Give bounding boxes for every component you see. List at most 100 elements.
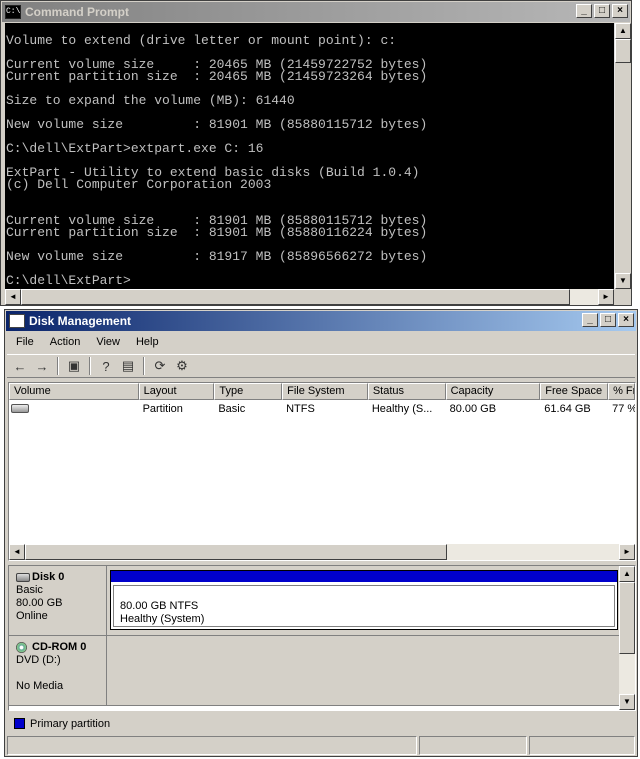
- close-button[interactable]: ×: [612, 4, 628, 18]
- status-bar: [7, 736, 635, 755]
- scroll-thumb[interactable]: [615, 39, 631, 63]
- hard-disk-icon: [11, 404, 29, 413]
- console-line: Volume to extend (drive letter or mount …: [6, 33, 397, 48]
- maximize-button[interactable]: □: [594, 4, 610, 18]
- partition-inner: 80.00 GB NTFS Healthy (System): [113, 585, 615, 627]
- volume-list-header: Volume Layout Type File System Status Ca…: [9, 383, 635, 400]
- column-header-capacity[interactable]: Capacity: [445, 383, 541, 400]
- disk-management-titlebar[interactable]: Disk Management _ □ ×: [6, 311, 636, 331]
- column-header-free-space[interactable]: Free Space: [540, 383, 609, 400]
- scroll-down-icon[interactable]: ▼: [615, 273, 631, 289]
- toolbar-separator: [89, 357, 91, 375]
- console-line: Current partition size : 81901 MB (85880…: [6, 225, 428, 240]
- scroll-thumb[interactable]: [619, 582, 635, 654]
- volume-cell: [9, 401, 139, 417]
- column-header-type[interactable]: Type: [214, 383, 283, 400]
- disk-name: CD-ROM 0: [32, 641, 87, 653]
- legend-label: Primary partition: [30, 717, 111, 730]
- disk-management-window[interactable]: Disk Management _ □ × File Action View H…: [4, 309, 638, 757]
- console-line: Size to expand the volume (MB): 61440: [6, 93, 295, 108]
- column-header-status[interactable]: Status: [367, 383, 446, 400]
- disk-type: DVD (D:): [16, 654, 61, 666]
- capacity-cell: 80.00 GB: [449, 403, 497, 415]
- file-system-cell: NTFS: [286, 403, 315, 415]
- layout-cell: Partition: [142, 403, 183, 415]
- refresh-icon[interactable]: ⟳: [151, 357, 169, 375]
- console-line: New volume size : 81901 MB (85880115712 …: [6, 117, 428, 132]
- cd-rom-icon: [16, 642, 30, 653]
- disk-size: [16, 667, 106, 680]
- volume-list[interactable]: Volume Layout Type File System Status Ca…: [8, 382, 636, 561]
- volume-list-horizontal-scrollbar[interactable]: ◄ ►: [9, 544, 635, 560]
- menu-help[interactable]: Help: [135, 336, 160, 348]
- window-title: Command Prompt: [25, 5, 130, 19]
- scroll-thumb[interactable]: [25, 544, 447, 560]
- help-icon[interactable]: ?: [97, 357, 115, 375]
- scroll-up-icon[interactable]: ▲: [615, 23, 631, 39]
- back-arrow-icon[interactable]: ←: [11, 357, 29, 375]
- console-line: Current partition size : 20465 MB (21459…: [6, 69, 428, 84]
- console-lines: Volume to extend (drive letter or mount …: [5, 23, 614, 287]
- column-header-percent-free[interactable]: % Fr: [608, 383, 635, 400]
- command-prompt-window[interactable]: C:\ Command Prompt _ □ × Volume to exten…: [0, 0, 632, 306]
- disk-name: Disk 0: [32, 571, 65, 583]
- scroll-thumb[interactable]: [21, 289, 570, 305]
- status-cell: Healthy (S...: [371, 403, 433, 415]
- disk-info-disk-0[interactable]: Disk 0 Basic 80.00 GB Online: [9, 566, 107, 635]
- type-cell: Basic: [218, 403, 246, 415]
- partition-status: Healthy (System): [120, 613, 205, 625]
- partition-c[interactable]: 80.00 GB NTFS Healthy (System): [110, 570, 618, 630]
- disk-management-icon: [9, 314, 25, 328]
- command-prompt-titlebar[interactable]: C:\ Command Prompt _ □ ×: [2, 2, 630, 22]
- maximize-button[interactable]: □: [600, 313, 616, 327]
- toolbar: ← → ▣ ? ▤ ⟳ ⚙: [7, 354, 635, 378]
- minimize-button[interactable]: _: [582, 313, 598, 327]
- close-button[interactable]: ×: [618, 313, 634, 327]
- status-pane: [7, 736, 417, 755]
- percent-free-cell: 77 %: [612, 403, 635, 415]
- disk-view-vertical-scrollbar[interactable]: ▲ ▼: [619, 566, 635, 710]
- console-output[interactable]: Volume to extend (drive letter or mount …: [5, 23, 614, 289]
- rescan-disks-icon[interactable]: ⚙: [173, 357, 191, 375]
- disk-info-cd-rom-0[interactable]: CD-ROM 0 DVD (D:) No Media: [9, 636, 107, 705]
- column-header-layout[interactable]: Layout: [138, 383, 215, 400]
- scroll-right-icon[interactable]: ►: [598, 289, 614, 305]
- scroll-right-icon[interactable]: ►: [619, 544, 635, 560]
- forward-arrow-icon[interactable]: →: [33, 357, 51, 375]
- menu-file[interactable]: File: [15, 336, 35, 348]
- properties-icon[interactable]: ▤: [119, 357, 137, 375]
- column-header-file-system[interactable]: File System: [282, 383, 368, 400]
- console-line: C:\dell\ExtPart>: [6, 273, 131, 288]
- status-pane: [419, 736, 527, 755]
- disk-row-cd-rom-0[interactable]: CD-ROM 0 DVD (D:) No Media: [9, 636, 619, 706]
- disk-type: Basic: [16, 584, 43, 596]
- table-row[interactable]: Partition Basic NTFS Healthy (S... 80.00…: [9, 401, 635, 417]
- console-horizontal-scrollbar[interactable]: ◄ ►: [5, 289, 614, 305]
- minimize-button[interactable]: _: [576, 4, 592, 18]
- primary-partition-bar: [111, 571, 617, 582]
- menu-action[interactable]: Action: [49, 336, 82, 348]
- menu-bar: File Action View Help: [7, 332, 160, 352]
- scroll-left-icon[interactable]: ◄: [5, 289, 21, 305]
- scroll-down-icon[interactable]: ▼: [619, 694, 635, 710]
- disk-size: 80.00 GB: [16, 597, 63, 609]
- show-hide-console-tree-icon[interactable]: ▣: [65, 357, 83, 375]
- column-header-volume[interactable]: Volume: [9, 383, 139, 400]
- disk-icon: [16, 573, 30, 582]
- scroll-up-icon[interactable]: ▲: [619, 566, 635, 582]
- disk-row-disk-0[interactable]: Disk 0 Basic 80.00 GB Online 80.00 GB NT…: [9, 566, 619, 636]
- free-space-cell: 61.64 GB: [544, 403, 591, 415]
- disk-graphical-view[interactable]: Disk 0 Basic 80.00 GB Online 80.00 GB NT…: [8, 565, 636, 711]
- status-pane: [529, 736, 635, 755]
- primary-partition-swatch: [14, 718, 25, 729]
- disk-state: Online: [16, 610, 48, 622]
- console-line: C:\dell\ExtPart>extpart.exe C: 16: [6, 141, 264, 156]
- console-icon: C:\: [5, 5, 21, 19]
- toolbar-separator: [57, 357, 59, 375]
- console-vertical-scrollbar[interactable]: ▲ ▼: [614, 23, 631, 289]
- toolbar-separator: [143, 357, 145, 375]
- menu-view[interactable]: View: [95, 336, 121, 348]
- window-title: Disk Management: [29, 314, 132, 328]
- scroll-left-icon[interactable]: ◄: [9, 544, 25, 560]
